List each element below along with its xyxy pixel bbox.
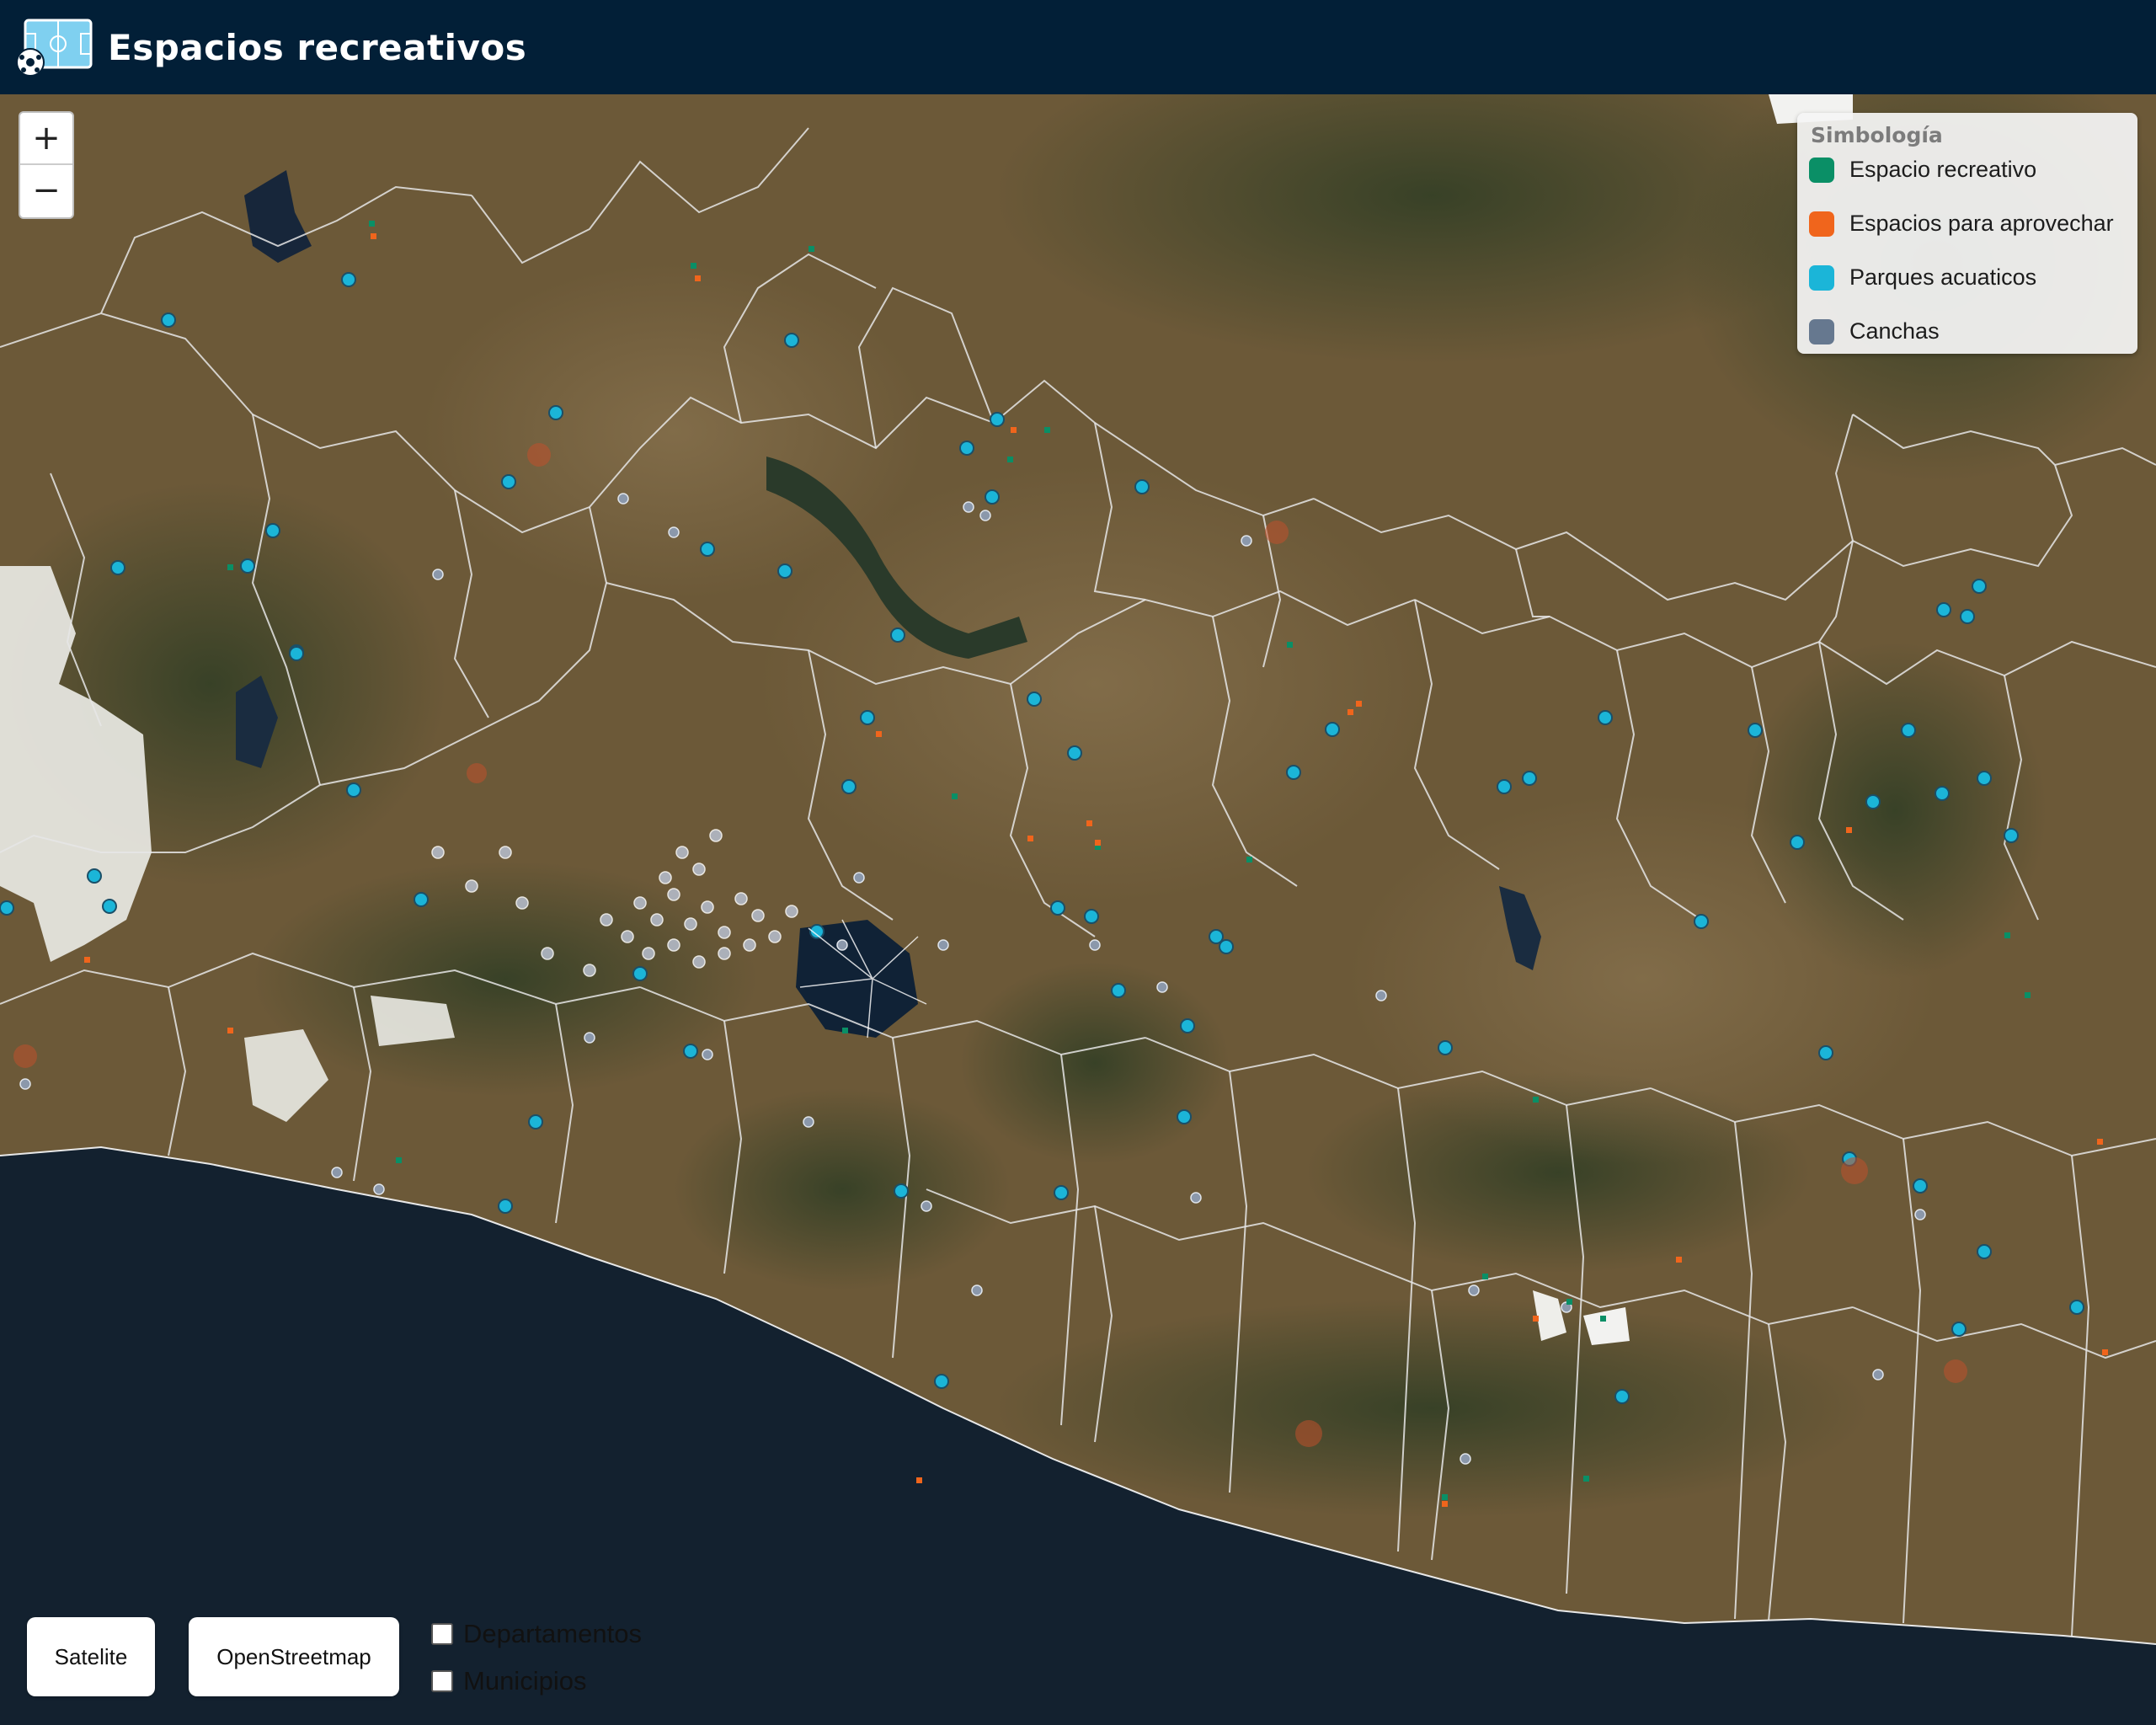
app-header: Espacios recreativos	[0, 0, 2156, 94]
zoom-out-button[interactable]: −	[20, 165, 72, 216]
legend-swatch-slate	[1809, 318, 1834, 344]
legend-swatch-orange	[1809, 211, 1834, 237]
layer-toggle-municipios[interactable]: Municipios	[431, 1666, 586, 1696]
map-legend: Simbología Espacio recreativo Espacios p…	[1797, 113, 2137, 354]
zoom-control: + −	[19, 111, 74, 219]
zoom-in-button[interactable]: +	[20, 113, 72, 165]
departamentos-checkbox[interactable]	[431, 1623, 453, 1645]
municipios-checkbox[interactable]	[431, 1670, 453, 1692]
legend-item-canchas: Canchas	[1809, 318, 1940, 344]
openstreetmap-basemap-button[interactable]: OpenStreetmap	[189, 1617, 399, 1696]
legend-item-espacios-aprovechar: Espacios para aprovechar	[1809, 211, 2114, 237]
legend-label: Parques acuaticos	[1849, 264, 2037, 290]
app-title: Espacios recreativos	[108, 26, 527, 68]
satellite-basemap-button[interactable]: Satelite	[27, 1617, 155, 1696]
legend-label: Canchas	[1849, 318, 1940, 344]
legend-label: Espacios para aprovechar	[1849, 211, 2114, 236]
legend-swatch-cyan	[1809, 264, 1834, 291]
legend-swatch-green	[1809, 157, 1834, 183]
layer-label: Municipios	[463, 1666, 587, 1696]
legend-item-parques-acuaticos: Parques acuaticos	[1809, 264, 2036, 291]
soccer-field-icon	[13, 17, 94, 77]
legend-title: Simbología	[1811, 123, 1943, 147]
legend-item-espacio-recreativo: Espacio recreativo	[1809, 157, 2036, 183]
layer-toggle-departamentos[interactable]: Departamentos	[431, 1619, 642, 1649]
layer-label: Departamentos	[463, 1619, 642, 1648]
legend-label: Espacio recreativo	[1849, 157, 2037, 182]
